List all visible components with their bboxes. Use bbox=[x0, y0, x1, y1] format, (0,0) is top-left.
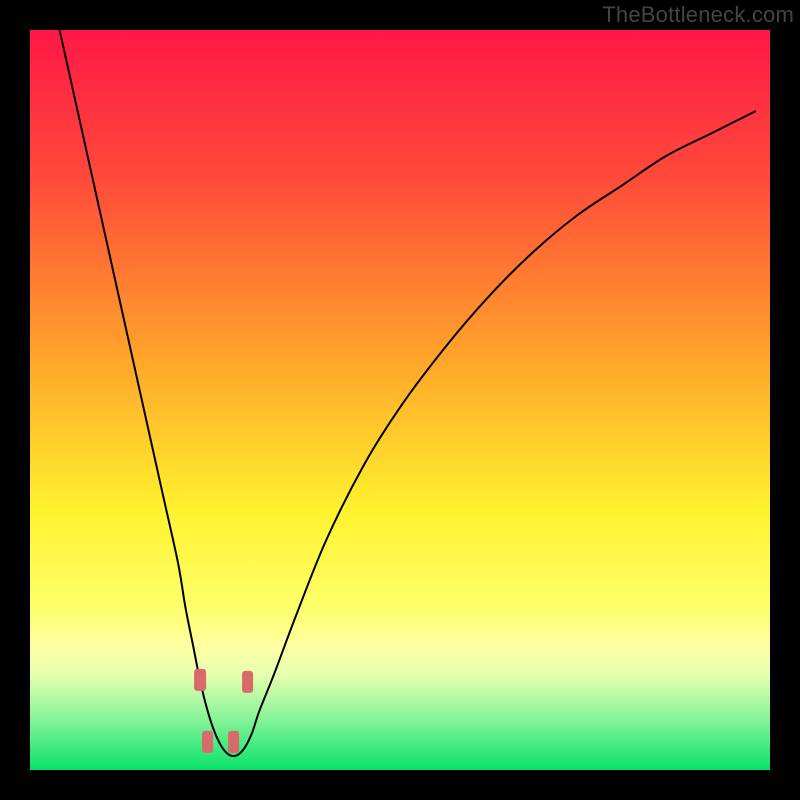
watermark-text: TheBottleneck.com bbox=[602, 2, 794, 28]
bottleneck-curve bbox=[30, 30, 770, 770]
chart-frame: TheBottleneck.com bbox=[0, 0, 800, 800]
data-marker bbox=[194, 669, 206, 691]
data-marker bbox=[242, 671, 254, 693]
plot-area bbox=[30, 30, 770, 770]
data-marker bbox=[202, 731, 214, 753]
data-marker bbox=[228, 731, 240, 753]
